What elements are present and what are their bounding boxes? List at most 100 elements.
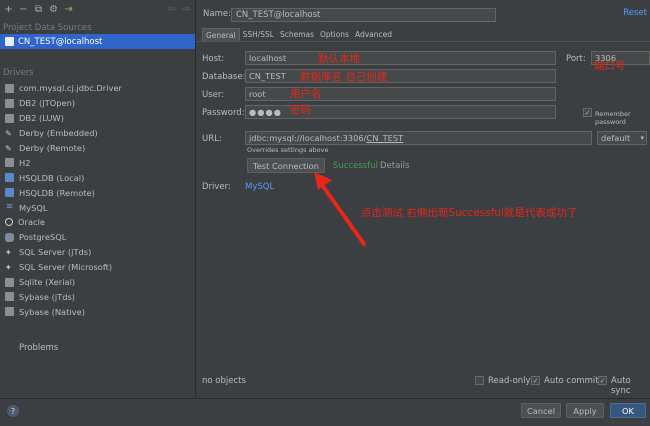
- read-only-checkbox[interactable]: [475, 376, 484, 385]
- driver-icon: [5, 113, 14, 123]
- port-annotation: 端口号: [594, 60, 626, 72]
- sidebar-toolbar: + − ⧉ ⚙ ⇥ ⇦ ⇨: [0, 0, 195, 20]
- hsqldb-icon: [5, 173, 14, 183]
- export-icon[interactable]: ⇥: [63, 5, 74, 16]
- user-annotation: 用户名: [290, 88, 322, 100]
- details-link[interactable]: Details: [380, 161, 409, 171]
- copy-icon[interactable]: ⧉: [33, 5, 44, 16]
- driver-label: Driver:: [202, 182, 231, 192]
- apply-button[interactable]: Apply: [566, 403, 604, 418]
- tab-schemas[interactable]: Schemas: [277, 28, 317, 41]
- remove-icon[interactable]: −: [18, 5, 29, 16]
- database-annotation: 数据库名 自己创建: [300, 71, 388, 83]
- ok-button[interactable]: OK: [610, 403, 646, 418]
- password-annotation: 密码: [290, 104, 311, 116]
- driver-label: Sybase (jTds): [19, 291, 76, 302]
- auto-commit-label: Auto commit: [544, 376, 599, 386]
- driver-item[interactable]: Sqlite (Xerial): [0, 275, 195, 290]
- driver-icon: [5, 98, 14, 108]
- driver-label: com.mysql.cj.jdbc.Driver: [19, 83, 122, 94]
- driver-label: DB2 (LUW): [19, 113, 64, 124]
- drivers-list: com.mysql.cj.jdbc.Driver DB2 (JTOpen) DB…: [0, 81, 195, 319]
- tab-options[interactable]: Options: [317, 28, 352, 41]
- derby-icon: ✎: [5, 128, 12, 138]
- driver-item[interactable]: ✎ Derby (Embedded): [0, 126, 195, 141]
- tab-bar: General SSH/SSL Schemas Options Advanced: [202, 28, 395, 41]
- oracle-icon: [5, 218, 13, 227]
- auto-sync-checkbox[interactable]: ✓: [598, 376, 607, 385]
- auto-sync-label: Auto sync: [611, 376, 631, 396]
- url-input[interactable]: jdbc:mysql://localhost:3306/CN_TEST: [245, 131, 592, 145]
- url-mode-select[interactable]: default ▾: [597, 131, 647, 145]
- bottom-bar: ? Cancel Apply OK: [0, 398, 650, 426]
- driver-link[interactable]: MySQL: [245, 182, 274, 192]
- driver-item[interactable]: DB2 (JTOpen): [0, 96, 195, 111]
- driver-item[interactable]: DB2 (LUW): [0, 111, 195, 126]
- settings-icon[interactable]: ⚙: [48, 5, 59, 16]
- url-label: URL:: [202, 134, 222, 144]
- host-input[interactable]: localhost: [245, 51, 556, 65]
- user-label: User:: [202, 90, 225, 100]
- driver-item[interactable]: com.mysql.cj.jdbc.Driver: [0, 81, 195, 96]
- hsqldb-icon: [5, 188, 14, 198]
- driver-item[interactable]: H2: [0, 155, 195, 170]
- read-only-label: Read-only: [488, 376, 531, 386]
- url-mode-value: default: [601, 133, 631, 143]
- back-icon[interactable]: ⇦: [166, 5, 177, 16]
- sqlserver-icon: ✦: [5, 247, 12, 257]
- driver-item[interactable]: ≋ MySQL: [0, 200, 195, 215]
- name-label: Name:: [203, 9, 231, 19]
- driver-item[interactable]: Sybase (Native): [0, 304, 195, 319]
- sqlite-icon: [5, 277, 14, 287]
- sqlserver-icon: ✦: [5, 262, 12, 272]
- main-panel: Name: CN_TEST@localhost Reset General SS…: [197, 0, 650, 398]
- driver-item[interactable]: Oracle: [0, 215, 195, 230]
- help-icon[interactable]: ?: [7, 405, 19, 417]
- mysql-icon: ≋: [5, 202, 14, 213]
- data-source-item[interactable]: CN_TEST@localhost: [0, 34, 195, 49]
- driver-label: Sqlite (Xerial): [19, 277, 76, 288]
- auto-commit-checkbox[interactable]: ✓: [531, 376, 540, 385]
- driver-item[interactable]: ✦ SQL Server (Microsoft): [0, 260, 195, 275]
- forward-icon[interactable]: ⇨: [181, 5, 192, 16]
- driver-item[interactable]: ✎ Derby (Remote): [0, 141, 195, 156]
- postgresql-icon: [5, 232, 14, 242]
- driver-label: H2: [19, 157, 31, 168]
- driver-item[interactable]: HSQLDB (Remote): [0, 185, 195, 200]
- reset-link[interactable]: Reset: [623, 8, 647, 18]
- sybase-icon: [5, 292, 14, 302]
- driver-label: Derby (Remote): [19, 143, 86, 153]
- sybase-icon: [5, 307, 14, 317]
- cancel-button[interactable]: Cancel: [521, 403, 561, 418]
- driver-icon: [5, 158, 14, 168]
- chevron-down-icon: ▾: [640, 134, 644, 142]
- tab-advanced[interactable]: Advanced: [352, 28, 395, 41]
- host-annotation: 默认本地: [318, 53, 360, 65]
- tab-divider: [197, 41, 650, 42]
- overrides-note: Overrides settings above: [247, 146, 329, 154]
- drivers-title: Drivers: [3, 68, 34, 78]
- driver-item[interactable]: Sybase (jTds): [0, 289, 195, 304]
- derby-icon: ✎: [5, 143, 12, 153]
- password-label: Password:: [202, 108, 245, 118]
- project-data-sources-title: Project Data Sources: [3, 23, 92, 33]
- driver-icon: [5, 83, 14, 93]
- driver-label: HSQLDB (Local): [19, 172, 85, 183]
- add-icon[interactable]: +: [3, 5, 14, 16]
- remember-password-checkbox[interactable]: ✓: [583, 108, 592, 117]
- tab-general[interactable]: General: [202, 28, 240, 41]
- status-text: no objects: [202, 376, 246, 386]
- driver-item[interactable]: HSQLDB (Local): [0, 170, 195, 185]
- name-row: Name: CN_TEST@localhost: [203, 8, 503, 22]
- datasource-icon: [5, 37, 14, 46]
- name-input[interactable]: CN_TEST@localhost: [231, 8, 496, 22]
- tab-ssh-ssl[interactable]: SSH/SSL: [240, 28, 277, 41]
- database-input[interactable]: CN_TEST: [245, 69, 556, 83]
- driver-label: Derby (Embedded): [19, 128, 98, 139]
- driver-label: Sybase (Native): [19, 306, 85, 317]
- problems-item[interactable]: Problems: [19, 343, 58, 353]
- port-label: Port:: [566, 54, 586, 64]
- driver-label: SQL Server (Microsoft): [19, 262, 113, 273]
- driver-item[interactable]: ✦ SQL Server (jTds): [0, 245, 195, 260]
- driver-item[interactable]: PostgreSQL: [0, 230, 195, 245]
